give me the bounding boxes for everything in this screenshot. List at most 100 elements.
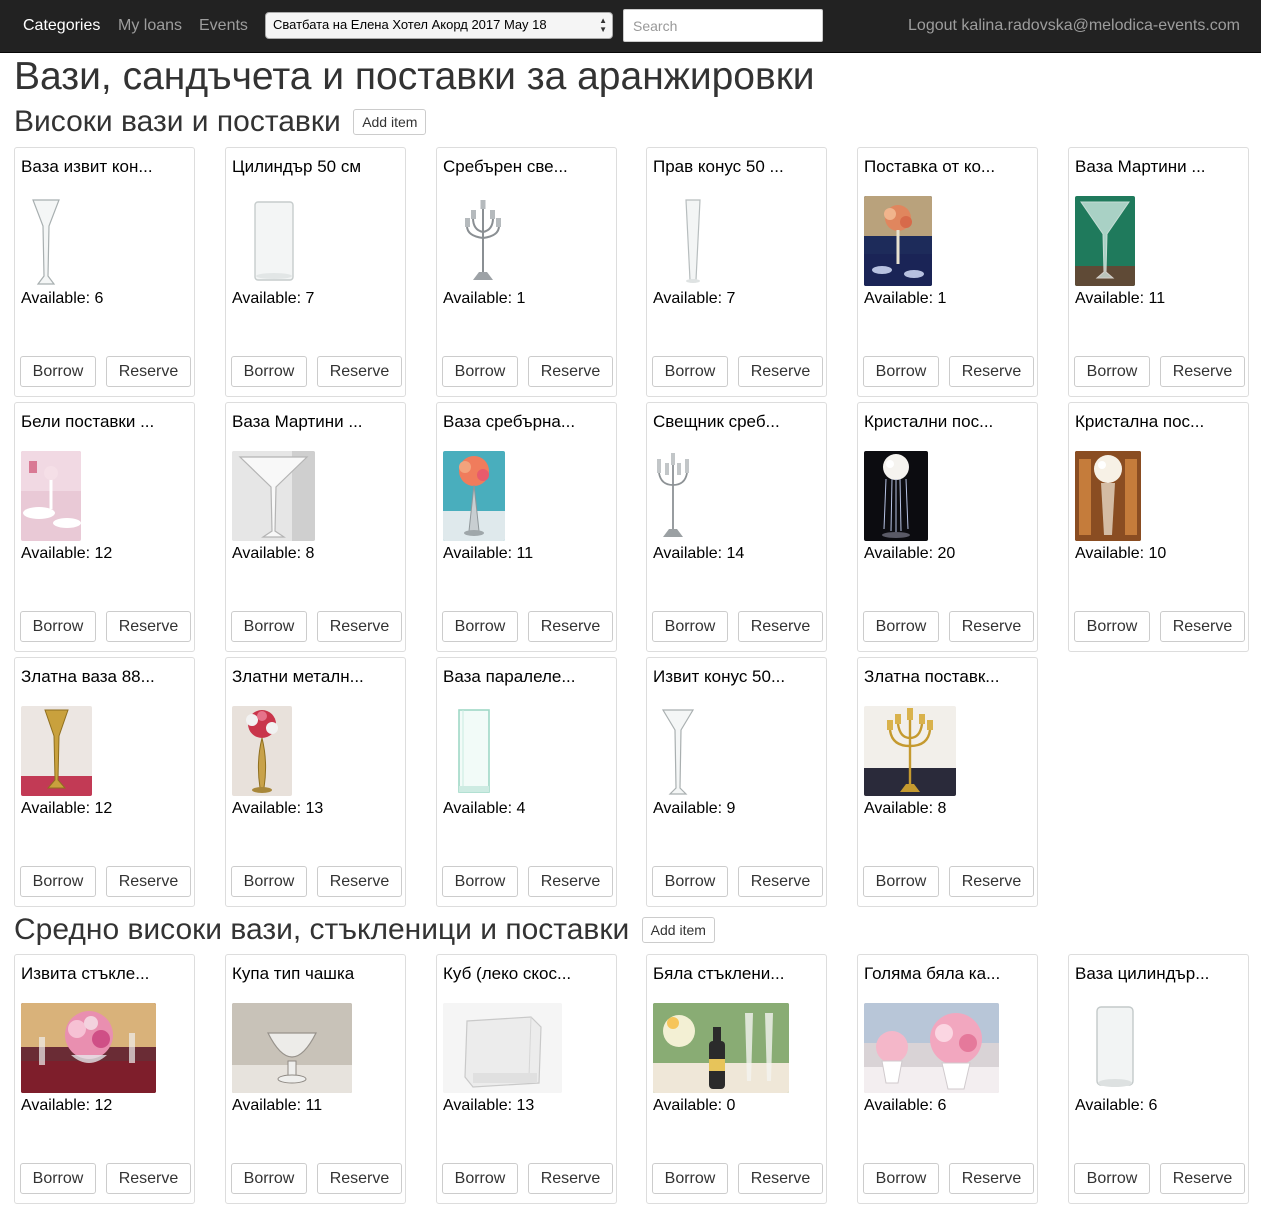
item-card: Куб (леко скос... Available: 13 Borrow Rese… bbox=[436, 954, 617, 1204]
borrow-button[interactable]: Borrow bbox=[231, 611, 307, 642]
section-title: Високи вази и поставки bbox=[14, 105, 341, 138]
borrow-button[interactable]: Borrow bbox=[863, 611, 939, 642]
borrow-button[interactable]: Borrow bbox=[231, 356, 307, 387]
borrow-button[interactable]: Borrow bbox=[863, 356, 939, 387]
borrow-button[interactable]: Borrow bbox=[442, 866, 518, 897]
borrow-button[interactable]: Borrow bbox=[442, 356, 518, 387]
logout-link[interactable]: Logout kalina.radovska@melodica-events.c… bbox=[908, 16, 1240, 36]
item-availability: Available: 12 bbox=[21, 545, 113, 562]
borrow-button[interactable]: Borrow bbox=[442, 611, 518, 642]
silver-vase-flowers-icon bbox=[443, 451, 505, 541]
reserve-button[interactable]: Reserve bbox=[949, 1163, 1034, 1194]
item-title: Златни металн... bbox=[232, 667, 364, 686]
reserve-button[interactable]: Reserve bbox=[528, 866, 613, 897]
borrow-button[interactable]: Borrow bbox=[231, 866, 307, 897]
reserve-button[interactable]: Reserve bbox=[949, 356, 1034, 387]
event-select[interactable]: Сватбата на Елена Хотел Акорд 2017 May 1… bbox=[265, 12, 613, 39]
reserve-button[interactable]: Reserve bbox=[738, 1163, 823, 1194]
select-arrows-icon: ▲ ▼ bbox=[599, 16, 607, 34]
search-input[interactable] bbox=[623, 9, 823, 42]
reserve-button[interactable]: Reserve bbox=[1160, 1163, 1245, 1194]
nav-my-loans[interactable]: My loans bbox=[118, 16, 182, 36]
reserve-button[interactable]: Reserve bbox=[106, 611, 191, 642]
glass-cup-bowl-icon bbox=[232, 1003, 352, 1093]
item-card: Голяма бяла ка... Available: 6 Borrow Reser… bbox=[857, 954, 1038, 1204]
reserve-button[interactable]: Reserve bbox=[949, 866, 1034, 897]
item-card: Ваза Мартини ... Available: 11 Borrow Reser… bbox=[1068, 147, 1249, 397]
item-availability: Available: 8 bbox=[864, 800, 947, 817]
item-card: Кристални пос... Available: 20 Borrow Reser… bbox=[857, 402, 1038, 652]
item-card: Купа тип чашка Available: 11 Borrow Reserve bbox=[225, 954, 406, 1204]
borrow-button[interactable]: Borrow bbox=[863, 1163, 939, 1194]
borrow-button[interactable]: Borrow bbox=[652, 1163, 728, 1194]
bowl-flowers-photo-icon bbox=[21, 1003, 156, 1093]
item-availability: Available: 4 bbox=[443, 800, 526, 817]
item-card: Кристална пос... Available: 10 Borrow Reser… bbox=[1068, 402, 1249, 652]
add-item-button[interactable]: Add item bbox=[353, 109, 427, 135]
reserve-button[interactable]: Reserve bbox=[106, 1163, 191, 1194]
item-availability: Available: 11 bbox=[232, 1097, 323, 1114]
reserve-button[interactable]: Reserve bbox=[317, 866, 402, 897]
glass-cylinder-icon bbox=[232, 196, 312, 286]
item-card: Цилиндър 50 см Available: 7 Borrow Reserve bbox=[225, 147, 406, 397]
reserve-button[interactable]: Reserve bbox=[738, 611, 823, 642]
item-card: Ваза цилиндър... Available: 6 Borrow Reserv… bbox=[1068, 954, 1249, 1204]
reserve-button[interactable]: Reserve bbox=[317, 356, 402, 387]
reserve-button[interactable]: Reserve bbox=[528, 356, 613, 387]
reserve-button[interactable]: Reserve bbox=[528, 1163, 613, 1194]
borrow-button[interactable]: Borrow bbox=[20, 611, 96, 642]
item-card: Поставка от ко... Available: 1 Borrow Reser… bbox=[857, 147, 1038, 397]
item-availability: Available: 11 bbox=[443, 545, 534, 562]
item-title: Прав конус 50 ... bbox=[653, 157, 784, 176]
white-stands-photo-icon bbox=[21, 451, 81, 541]
reserve-button[interactable]: Reserve bbox=[1160, 611, 1245, 642]
tall-curved-vase-icon bbox=[21, 196, 71, 286]
silver-candlestick-icon bbox=[653, 451, 693, 541]
reserve-button[interactable]: Reserve bbox=[738, 356, 823, 387]
item-card: Ваза паралеле... Available: 4 Borrow Reserv… bbox=[436, 657, 617, 907]
reserve-button[interactable]: Reserve bbox=[528, 611, 613, 642]
borrow-button[interactable]: Borrow bbox=[231, 1163, 307, 1194]
item-card: Ваза извит кон... Available: 6 Borrow Reser… bbox=[14, 147, 195, 397]
reserve-button[interactable]: Reserve bbox=[317, 611, 402, 642]
item-card: Свещник среб... Available: 14 Borrow Reserv… bbox=[646, 402, 827, 652]
borrow-button[interactable]: Borrow bbox=[863, 866, 939, 897]
item-availability: Available: 13 bbox=[232, 800, 324, 817]
borrow-button[interactable]: Borrow bbox=[652, 866, 728, 897]
reserve-button[interactable]: Reserve bbox=[106, 356, 191, 387]
crystal-stand-warm-icon bbox=[1075, 451, 1141, 541]
borrow-button[interactable]: Borrow bbox=[1074, 356, 1150, 387]
martini-vase-grey-icon bbox=[232, 451, 315, 541]
item-title: Ваза сребърна... bbox=[443, 412, 576, 431]
reserve-button[interactable]: Reserve bbox=[1160, 356, 1245, 387]
borrow-button[interactable]: Borrow bbox=[1074, 1163, 1150, 1194]
item-availability: Available: 7 bbox=[653, 290, 736, 307]
section-header: Високи вази и поставки Add item bbox=[14, 104, 427, 140]
item-availability: Available: 6 bbox=[864, 1097, 947, 1114]
glass-cube-icon bbox=[443, 1003, 562, 1093]
add-item-button[interactable]: Add item bbox=[641, 917, 715, 943]
gold-stand-flowers-icon bbox=[232, 706, 292, 796]
nav-categories[interactable]: Categories bbox=[23, 16, 100, 36]
borrow-button[interactable]: Borrow bbox=[652, 356, 728, 387]
borrow-button[interactable]: Borrow bbox=[652, 611, 728, 642]
borrow-button[interactable]: Borrow bbox=[20, 356, 96, 387]
item-card: Златни металн... Available: 13 Borrow Reser… bbox=[225, 657, 406, 907]
reserve-button[interactable]: Reserve bbox=[106, 866, 191, 897]
gold-vase-icon bbox=[21, 706, 92, 796]
reserve-button[interactable]: Reserve bbox=[949, 611, 1034, 642]
item-availability: Available: 13 bbox=[443, 1097, 535, 1114]
reserve-button[interactable]: Reserve bbox=[317, 1163, 402, 1194]
borrow-button[interactable]: Borrow bbox=[20, 866, 96, 897]
item-title: Сребърен све... bbox=[443, 157, 568, 176]
item-title: Поставка от ко... bbox=[864, 157, 996, 176]
item-title: Бяла стъклени... bbox=[653, 964, 785, 983]
borrow-button[interactable]: Borrow bbox=[20, 1163, 96, 1194]
nav-events[interactable]: Events bbox=[199, 16, 248, 36]
item-card: Бели поставки ... Available: 12 Borrow Rese… bbox=[14, 402, 195, 652]
item-availability: Available: 6 bbox=[21, 290, 104, 307]
borrow-button[interactable]: Borrow bbox=[1074, 611, 1150, 642]
reserve-button[interactable]: Reserve bbox=[738, 866, 823, 897]
borrow-button[interactable]: Borrow bbox=[442, 1163, 518, 1194]
white-planter-photo-icon bbox=[864, 1003, 999, 1093]
